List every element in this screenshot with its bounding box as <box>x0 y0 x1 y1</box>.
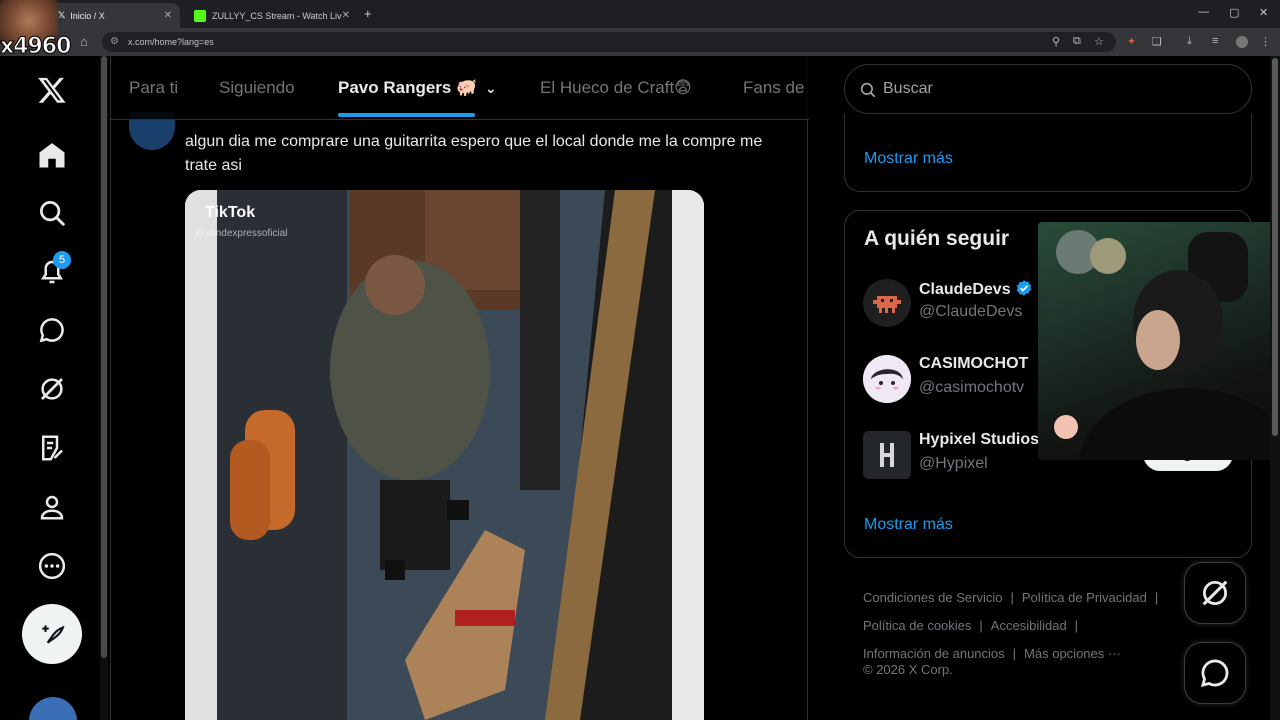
webcam-feed <box>1054 230 1274 460</box>
avatar <box>863 355 911 403</box>
url-field[interactable]: ⚙ x.com/home?lang=es <box>102 32 1116 52</box>
home-nav-icon[interactable] <box>33 136 71 174</box>
grok-icon[interactable] <box>33 370 71 408</box>
more-options-icon[interactable] <box>33 547 71 585</box>
search-icon <box>860 82 876 98</box>
video-frame <box>185 190 704 720</box>
close-tab-icon[interactable]: ✕ <box>342 10 350 21</box>
browser-tab-kick[interactable]: ZULLYY_CS Stream - Watch Liv ✕ <box>186 3 358 28</box>
webcam-overlay <box>1038 222 1274 460</box>
browser-tab-title: Inicio / X <box>70 10 105 21</box>
translate-icon[interactable]: ⧉ <box>1073 35 1081 48</box>
account-handle: @Hypixel <box>919 455 988 472</box>
account-name: Hypixel Studios <box>919 431 1040 448</box>
anime-avatar-icon <box>863 355 911 403</box>
browser-tab-x[interactable]: 𝕏 Inicio / X ✕ <box>50 3 180 28</box>
search-nav-icon[interactable] <box>33 194 71 232</box>
who-to-follow-show-more-link[interactable]: Mostrar más <box>864 516 953 534</box>
footer-link-terms[interactable]: Condiciones de Servicio <box>863 590 1002 605</box>
footer-separator: | <box>979 618 983 633</box>
maximize-icon[interactable]: ▢ <box>1229 6 1239 19</box>
home-icon[interactable]: ⌂ <box>80 34 88 49</box>
timeline: algun dia me comprare una guitarrita esp… <box>110 56 809 720</box>
close-window-icon[interactable]: ✕ <box>1259 6 1268 19</box>
footer-link-more-options[interactable]: Más opciones ··· <box>1024 646 1121 661</box>
tweet-text: algun dia me comprare una guitarrita esp… <box>185 133 763 174</box>
notification-count-badge: 5 <box>53 251 71 269</box>
left-navigation: 5 <box>0 56 104 720</box>
scrollbar-thumb[interactable] <box>1272 58 1278 436</box>
profile-icon[interactable] <box>33 488 71 526</box>
profile-avatar-icon[interactable] <box>1236 36 1248 48</box>
grok-floating-button[interactable] <box>1184 562 1246 624</box>
account-name: ClaudeDevs <box>919 279 1033 299</box>
sidebar-scrollbar[interactable] <box>1270 56 1280 720</box>
zoom-icon[interactable]: ⚲ <box>1052 35 1060 48</box>
account-avatar[interactable] <box>29 697 77 720</box>
x-logo-icon[interactable] <box>33 71 71 109</box>
new-tab-icon[interactable]: + <box>364 6 372 21</box>
grok-icon <box>1202 580 1228 606</box>
tab-el-hueco-de-craft[interactable]: El Hueco de Craft😨 <box>540 78 692 98</box>
footer-link-cookies[interactable]: Política de cookies <box>863 618 971 633</box>
tab-fans-de[interactable]: Fans de <box>743 78 804 98</box>
messages-icon <box>1200 659 1229 688</box>
trends-card: Mostrar más <box>844 114 1252 192</box>
footer-link-privacy[interactable]: Política de Privacidad <box>1022 590 1147 605</box>
footer-separator: | <box>1010 590 1014 605</box>
extension-icon[interactable]: ✦ <box>1127 35 1136 48</box>
messages-icon[interactable] <box>33 311 71 349</box>
browser-tab-title: ZULLYY_CS Stream - Watch Liv <box>212 10 342 21</box>
avatar <box>863 431 911 479</box>
timeline-tabs: Para ti Siguiendo Pavo Rangers 🐖 ⌄ El Hu… <box>111 56 809 120</box>
search-placeholder: Buscar <box>883 80 933 97</box>
hypixel-logo-icon <box>863 431 911 479</box>
lists-icon[interactable] <box>33 429 71 467</box>
tiktok-watermark: TikTok <box>205 204 256 221</box>
x-tab-favicon: 𝕏 <box>58 10 66 20</box>
avatar <box>863 279 911 327</box>
who-to-follow-title: A quién seguir <box>864 227 1010 250</box>
active-tab-indicator <box>338 113 475 117</box>
close-tab-icon[interactable]: ✕ <box>164 10 172 21</box>
tiktok-handle: @vandexpressoficial <box>195 228 288 239</box>
site-settings-icon[interactable]: ⚙ <box>110 32 119 52</box>
claude-pixel-icon <box>873 296 901 313</box>
address-bar-row: ⌂ ⚙ x.com/home?lang=es ⚲ ⧉ ☆ ✦ ❏ ⤓ ≡ ⋮ <box>0 28 1280 56</box>
footer-separator: | <box>1012 646 1017 661</box>
footer-separator: | <box>1074 618 1079 633</box>
download-icon[interactable]: ⤓ <box>1187 35 1192 48</box>
scrollbar-thumb[interactable] <box>101 56 107 658</box>
trends-show-more-link[interactable]: Mostrar más <box>864 150 953 168</box>
copyright-text: © 2026 X Corp. <box>863 662 953 677</box>
browser-menu-icon[interactable]: ⋮ <box>1260 35 1271 48</box>
extensions-puzzle-icon[interactable]: ❏ <box>1152 35 1162 48</box>
compose-post-button[interactable] <box>22 604 82 664</box>
x-app: 5 algun dia me comprare una guitarrita e… <box>0 56 1280 720</box>
tweet-video[interactable]: TikTok @vandexpressoficial <box>185 190 704 720</box>
footer-link-accessibility[interactable]: Accesibilidad <box>991 618 1067 633</box>
tab-pavo-rangers[interactable]: Pavo Rangers 🐖 <box>338 78 477 98</box>
tab-para-ti[interactable]: Para ti <box>129 78 178 98</box>
verified-badge-icon <box>1016 280 1031 296</box>
search-box[interactable]: Buscar <box>844 64 1252 114</box>
account-handle: @casimochotv <box>919 379 1025 396</box>
url-text: x.com/home?lang=es <box>128 37 214 47</box>
browser-tab-bar: 𝕏 Inicio / X ✕ ZULLYY_CS Stream - Watch … <box>0 0 1280 28</box>
tab-siguiendo[interactable]: Siguiendo <box>219 78 295 98</box>
feather-plus-icon <box>42 625 65 644</box>
kick-favicon-icon <box>194 9 206 22</box>
account-name: CASIMOCHOT <box>919 355 1029 372</box>
media-control-icon[interactable]: ≡ <box>1212 35 1218 47</box>
messages-floating-button[interactable] <box>1184 642 1246 704</box>
footer-separator: | <box>1154 590 1159 605</box>
footer-link-ads-info[interactable]: Información de anuncios <box>863 646 1005 661</box>
chevron-down-icon[interactable]: ⌄ <box>485 80 497 97</box>
bookmark-star-icon[interactable]: ☆ <box>1094 35 1104 48</box>
minimize-icon[interactable]: — <box>1198 6 1209 18</box>
account-handle: @ClaudeDevs <box>919 303 1023 320</box>
footer-links: Condiciones de Servicio | Política de Priv… <box>863 584 1193 668</box>
page-scrollbar[interactable] <box>100 56 108 720</box>
